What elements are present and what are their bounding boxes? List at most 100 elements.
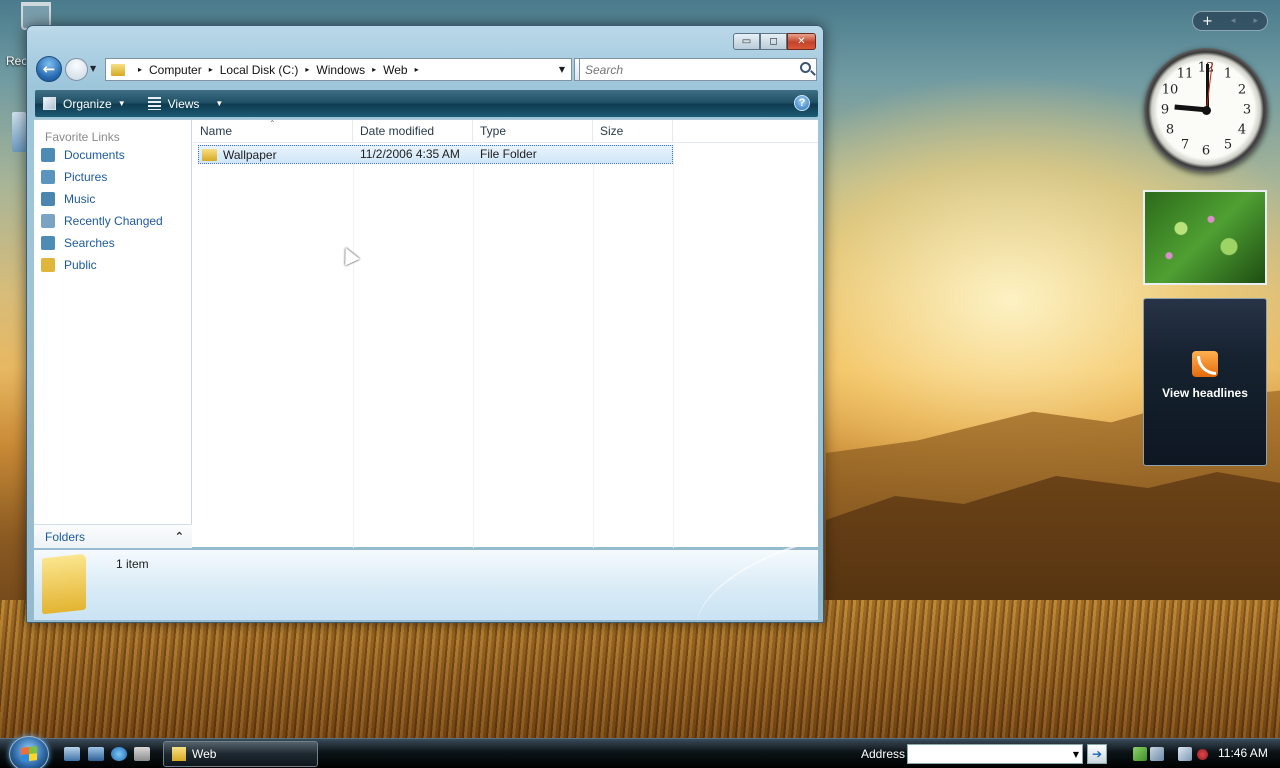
nav-item-music[interactable]: Music <box>34 188 191 210</box>
column-label: Date modified <box>360 124 435 138</box>
desktop-shortcut-icon[interactable] <box>12 112 26 152</box>
back-arrow-icon: ← <box>42 60 56 78</box>
nav-item-documents[interactable]: Documents <box>34 144 191 166</box>
tray-app-icon[interactable] <box>1133 747 1147 761</box>
file-name: Wallpaper <box>223 147 277 162</box>
clock-number: 10 <box>1161 82 1179 98</box>
breadcrumb-separator[interactable]: ▸ <box>209 65 213 74</box>
search-box <box>579 58 817 81</box>
search-icon[interactable] <box>800 62 811 73</box>
column-header-type[interactable]: Type <box>473 120 593 143</box>
network-icon[interactable] <box>1178 747 1192 761</box>
breadcrumb-separator[interactable]: ▸ <box>415 65 419 74</box>
searches-icon <box>41 236 55 250</box>
address-dropdown-icon[interactable]: ▼ <box>559 65 565 74</box>
breadcrumb-computer[interactable]: Computer <box>149 63 202 77</box>
file-type: File Folder <box>480 147 537 161</box>
show-desktop-icon[interactable] <box>64 747 80 761</box>
nav-item-searches[interactable]: Searches <box>34 232 191 254</box>
forward-button[interactable] <box>65 58 88 81</box>
pictures-icon <box>41 170 55 184</box>
start-button[interactable] <box>9 736 49 768</box>
column-divider <box>353 143 354 548</box>
add-gadget-button[interactable]: + <box>1202 14 1213 29</box>
go-button[interactable]: ➔ <box>1087 744 1107 764</box>
search-input[interactable] <box>585 60 785 80</box>
back-button[interactable]: ← <box>36 56 62 82</box>
clock-number: 1 <box>1223 66 1233 82</box>
column-header-name[interactable]: Name ⌃ <box>193 119 353 143</box>
breadcrumb-local-disk[interactable]: Local Disk (C:) <box>220 63 299 77</box>
organize-icon <box>43 97 56 110</box>
previous-gadgets-button[interactable]: ◂ <box>1231 16 1236 26</box>
volume-muted-icon[interactable] <box>1197 749 1208 760</box>
internet-explorer-icon[interactable] <box>111 747 127 761</box>
column-label: Name <box>200 124 233 138</box>
address-bar[interactable]: ▸ Computer ▸ Local Disk (C:) ▸ Windows ▸… <box>105 58 572 81</box>
folders-toggle[interactable]: Folders ⌃ <box>34 524 192 548</box>
taskbar-button-label: Web <box>192 747 217 761</box>
organize-label: Organize <box>63 96 112 111</box>
nav-item-label: Music <box>64 192 96 206</box>
clock-number: 6 <box>1201 143 1211 159</box>
close-button[interactable]: ✕ <box>787 33 816 50</box>
column-header-date-modified[interactable]: Date modified <box>353 120 473 143</box>
slideshow-gadget[interactable] <box>1143 190 1267 285</box>
tray-app-icon[interactable] <box>1150 747 1164 761</box>
maximize-button[interactable]: ◻ <box>760 33 787 50</box>
nav-item-label: Searches <box>64 236 115 250</box>
column-divider <box>473 143 474 548</box>
column-label: Size <box>600 124 624 138</box>
sidebar-controls: + ◂ ▸ <box>1192 11 1268 31</box>
nav-item-recently-changed[interactable]: Recently Changed <box>34 210 191 232</box>
clock-number: 2 <box>1237 82 1247 98</box>
clock-number: 5 <box>1223 137 1233 153</box>
decorative-swoosh <box>683 544 813 630</box>
details-pane: 1 item <box>34 544 818 630</box>
chevron-up-icon: ⌃ <box>174 531 184 543</box>
view-headlines-link[interactable]: View headlines <box>1144 386 1266 400</box>
breadcrumb-web[interactable]: Web <box>383 63 407 77</box>
breadcrumb-windows[interactable]: Windows <box>316 63 365 77</box>
music-icon <box>41 192 55 206</box>
feed-headlines-gadget[interactable]: View headlines <box>1143 298 1267 466</box>
chevron-down-icon[interactable]: ▼ <box>1073 750 1079 759</box>
switch-windows-icon[interactable] <box>88 747 104 761</box>
public-folder-icon <box>41 258 55 272</box>
recycle-bin-label: Rec <box>6 54 28 68</box>
clock-number: 4 <box>1237 122 1247 138</box>
command-bar: Organize ▼ Views ▼ ? <box>35 90 818 117</box>
caption-buttons: ▭ ◻ ✕ <box>733 33 816 50</box>
minimize-button[interactable]: ▭ <box>733 33 760 50</box>
recent-pages-dropdown[interactable]: ▼ <box>90 64 96 73</box>
file-row[interactable]: Wallpaper 11/2/2006 4:35 AM File Folder <box>198 145 673 164</box>
views-menu-button[interactable]: Views ▼ <box>147 97 223 111</box>
clock-gadget[interactable]: 12 1 2 3 4 5 6 7 8 9 10 11 <box>1144 48 1268 172</box>
sort-ascending-icon: ⌃ <box>269 119 276 128</box>
chevron-down-icon: ▼ <box>117 99 126 108</box>
address-toolbar-input[interactable]: ▼ <box>907 744 1083 764</box>
nav-item-public[interactable]: Public <box>34 254 191 276</box>
taskbar: Web Address ▼ ➔ 11:46 AM <box>0 736 1280 768</box>
folder-icon <box>172 747 186 761</box>
item-count: 1 item <box>116 557 149 571</box>
nav-item-pictures[interactable]: Pictures <box>34 166 191 188</box>
nav-item-label: Recently Changed <box>64 214 163 228</box>
folders-label: Folders <box>45 529 86 544</box>
taskbar-button-web[interactable]: Web <box>163 741 318 767</box>
column-label: Type <box>480 124 507 138</box>
views-icon <box>147 97 161 110</box>
window-content: Favorite Links Documents Pictures Music … <box>34 119 818 548</box>
breadcrumb-separator[interactable]: ▸ <box>138 65 142 74</box>
help-icon[interactable]: ? <box>794 95 810 111</box>
taskbar-clock[interactable]: 11:46 AM <box>1218 746 1268 760</box>
breadcrumb-separator[interactable]: ▸ <box>372 65 376 74</box>
nav-item-label: Pictures <box>64 170 108 184</box>
next-gadgets-button[interactable]: ▸ <box>1253 16 1258 26</box>
breadcrumb-separator[interactable]: ▸ <box>305 65 309 74</box>
media-icon[interactable] <box>134 747 150 761</box>
favorite-links-header: Favorite Links <box>45 130 120 144</box>
column-header-size[interactable]: Size <box>593 120 673 143</box>
organize-menu-button[interactable]: Organize ▼ <box>43 97 126 111</box>
clock-number: 9 <box>1160 102 1170 118</box>
